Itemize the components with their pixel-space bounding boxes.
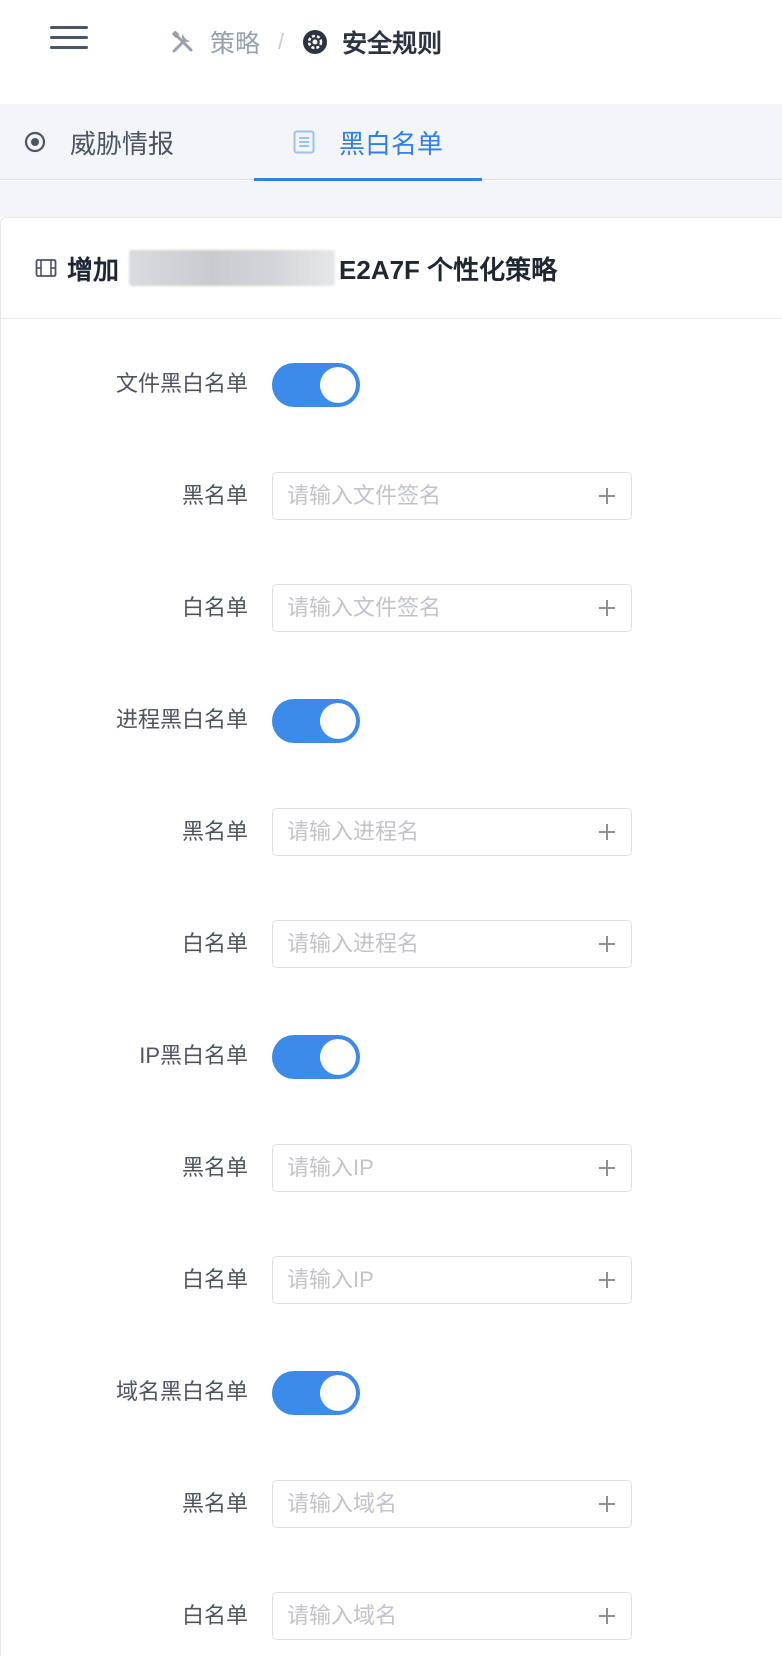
process-blacklist-row: 黑名单 xyxy=(0,808,782,856)
field-label: 文件黑白名单 xyxy=(115,371,248,396)
plus-icon[interactable] xyxy=(595,820,619,844)
plus-icon[interactable] xyxy=(595,1156,619,1180)
ip-whitelist-field[interactable] xyxy=(272,1256,632,1304)
domain-blacklist-row: 黑名单 xyxy=(0,1480,782,1528)
target-icon xyxy=(24,131,46,153)
file-list-toggle-row: 文件黑白名单 xyxy=(0,360,782,408)
menu-icon[interactable] xyxy=(48,24,90,52)
process-blacklist-field[interactable] xyxy=(272,808,632,856)
plus-icon[interactable] xyxy=(595,932,619,956)
plus-icon[interactable] xyxy=(595,1268,619,1292)
card-title-prefix: 增加 xyxy=(67,254,120,285)
field-label: 白名单 xyxy=(181,1603,248,1628)
breadcrumb: 策略 / 安全规则 xyxy=(170,22,442,62)
ip-blacklist-row: 黑名单 xyxy=(0,1144,782,1192)
content-gap xyxy=(0,181,782,217)
list-icon xyxy=(293,130,315,154)
card-title-suffix: E2A7F 个性化策略 xyxy=(339,254,558,285)
ip-whitelist-input[interactable] xyxy=(287,1257,577,1303)
domain-whitelist-input[interactable] xyxy=(287,1593,577,1639)
field-label: 白名单 xyxy=(181,1267,248,1292)
top-bar: 策略 / 安全规则 xyxy=(0,0,782,104)
field-label: 白名单 xyxy=(181,595,248,620)
card-header: 增加 E2A7F 个性化策略 xyxy=(1,218,782,319)
domain-whitelist-field[interactable] xyxy=(272,1592,632,1640)
breadcrumb-label: 安全规则 xyxy=(342,30,443,58)
ip-list-switch[interactable] xyxy=(272,1035,360,1079)
domain-blacklist-field[interactable] xyxy=(272,1480,632,1528)
field-label: 白名单 xyxy=(181,931,248,956)
shield-gear-icon xyxy=(302,29,328,55)
file-whitelist-row: 白名单 xyxy=(0,584,782,632)
ip-blacklist-input[interactable] xyxy=(287,1145,577,1191)
process-list-switch[interactable] xyxy=(272,699,360,743)
process-whitelist-field[interactable] xyxy=(272,920,632,968)
breadcrumb-separator: / xyxy=(278,29,285,54)
plus-icon[interactable] xyxy=(595,1604,619,1628)
tools-icon xyxy=(170,29,196,55)
domain-list-switch[interactable] xyxy=(272,1371,360,1415)
process-whitelist-row: 白名单 xyxy=(0,920,782,968)
process-blacklist-input[interactable] xyxy=(287,809,577,855)
field-label: 黑名单 xyxy=(181,1491,248,1516)
file-list-switch[interactable] xyxy=(272,363,360,407)
file-blacklist-row: 黑名单 xyxy=(0,472,782,520)
switch-knob xyxy=(320,367,356,403)
tab-label: 黑白名单 xyxy=(338,128,443,159)
file-blacklist-input[interactable] xyxy=(287,473,577,519)
plus-icon[interactable] xyxy=(595,596,619,620)
field-label: IP黑白名单 xyxy=(139,1043,248,1068)
ip-blacklist-field[interactable] xyxy=(272,1144,632,1192)
tab-blackwhite-list[interactable]: 黑白名单 xyxy=(254,104,482,181)
field-label: 进程黑白名单 xyxy=(115,707,248,732)
field-label: 黑名单 xyxy=(181,1155,248,1180)
field-label: 域名黑白名单 xyxy=(115,1379,248,1404)
switch-knob xyxy=(320,1039,356,1075)
switch-knob xyxy=(320,703,356,739)
field-label: 黑名单 xyxy=(181,483,248,508)
file-whitelist-input[interactable] xyxy=(287,585,577,631)
ip-list-toggle-row: IP黑白名单 xyxy=(0,1032,782,1080)
field-label: 黑名单 xyxy=(181,819,248,844)
domain-list-toggle-row: 域名黑白名单 xyxy=(0,1368,782,1416)
ip-whitelist-row: 白名单 xyxy=(0,1256,782,1304)
file-whitelist-field[interactable] xyxy=(272,584,632,632)
file-blacklist-field[interactable] xyxy=(272,472,632,520)
card-title: 增加 E2A7F 个性化策略 xyxy=(35,250,557,287)
breadcrumb-item-policy[interactable]: 策略 xyxy=(170,24,260,60)
domain-whitelist-row: 白名单 xyxy=(0,1592,782,1640)
plus-icon[interactable] xyxy=(595,1492,619,1516)
tab-label: 威胁情报 xyxy=(70,128,175,159)
process-whitelist-input[interactable] xyxy=(287,921,577,967)
breadcrumb-label: 策略 xyxy=(210,30,261,58)
tab-bar: 威胁情报 黑白名单 xyxy=(0,104,782,181)
breadcrumb-item-security-rules: 安全规则 xyxy=(302,24,442,60)
process-list-toggle-row: 进程黑白名单 xyxy=(0,696,782,744)
switch-knob xyxy=(320,1375,356,1411)
film-icon xyxy=(35,258,57,278)
plus-icon[interactable] xyxy=(595,484,619,508)
domain-blacklist-input[interactable] xyxy=(287,1481,577,1527)
redacted-text xyxy=(129,250,336,286)
tab-threat-intel[interactable]: 威胁情报 xyxy=(24,104,244,180)
